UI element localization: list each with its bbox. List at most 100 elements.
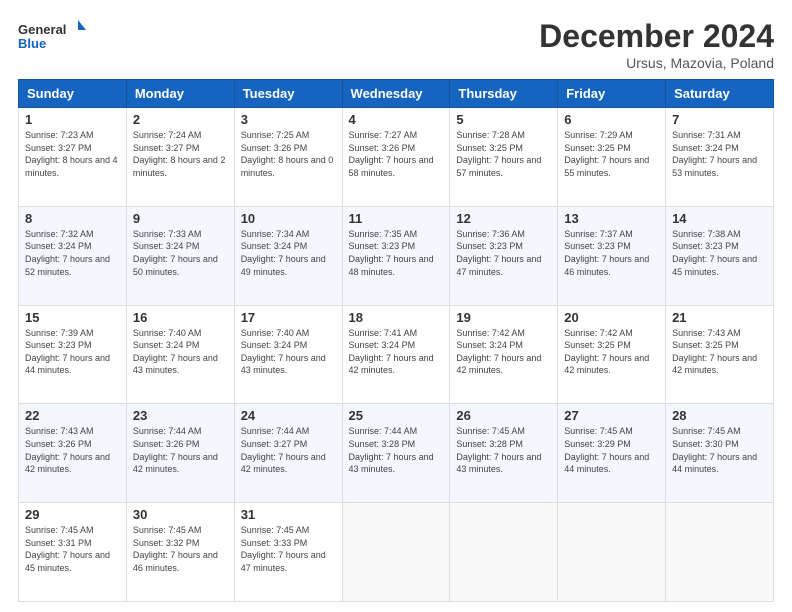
subtitle: Ursus, Mazovia, Poland xyxy=(539,55,774,71)
header-tuesday: Tuesday xyxy=(234,80,342,108)
calendar-cell xyxy=(342,503,450,602)
day-number: 24 xyxy=(241,408,336,423)
calendar-cell: 18 Sunrise: 7:41 AM Sunset: 3:24 PM Dayl… xyxy=(342,305,450,404)
calendar-cell: 14 Sunrise: 7:38 AM Sunset: 3:23 PM Dayl… xyxy=(666,206,774,305)
day-info: Sunrise: 7:42 AM Sunset: 3:24 PM Dayligh… xyxy=(456,327,551,377)
day-info: Sunrise: 7:37 AM Sunset: 3:23 PM Dayligh… xyxy=(564,228,659,278)
week-row-2: 8 Sunrise: 7:32 AM Sunset: 3:24 PM Dayli… xyxy=(19,206,774,305)
day-info: Sunrise: 7:40 AM Sunset: 3:24 PM Dayligh… xyxy=(133,327,228,377)
calendar-cell: 16 Sunrise: 7:40 AM Sunset: 3:24 PM Dayl… xyxy=(126,305,234,404)
calendar-cell: 26 Sunrise: 7:45 AM Sunset: 3:28 PM Dayl… xyxy=(450,404,558,503)
day-number: 25 xyxy=(349,408,444,423)
calendar-cell xyxy=(666,503,774,602)
day-info: Sunrise: 7:44 AM Sunset: 3:28 PM Dayligh… xyxy=(349,425,444,475)
calendar-cell: 23 Sunrise: 7:44 AM Sunset: 3:26 PM Dayl… xyxy=(126,404,234,503)
calendar-cell: 11 Sunrise: 7:35 AM Sunset: 3:23 PM Dayl… xyxy=(342,206,450,305)
day-info: Sunrise: 7:27 AM Sunset: 3:26 PM Dayligh… xyxy=(349,129,444,179)
day-number: 22 xyxy=(25,408,120,423)
day-info: Sunrise: 7:43 AM Sunset: 3:25 PM Dayligh… xyxy=(672,327,767,377)
calendar-cell: 17 Sunrise: 7:40 AM Sunset: 3:24 PM Dayl… xyxy=(234,305,342,404)
calendar-cell: 8 Sunrise: 7:32 AM Sunset: 3:24 PM Dayli… xyxy=(19,206,127,305)
day-number: 18 xyxy=(349,310,444,325)
day-info: Sunrise: 7:43 AM Sunset: 3:26 PM Dayligh… xyxy=(25,425,120,475)
calendar-cell: 10 Sunrise: 7:34 AM Sunset: 3:24 PM Dayl… xyxy=(234,206,342,305)
day-info: Sunrise: 7:23 AM Sunset: 3:27 PM Dayligh… xyxy=(25,129,120,179)
day-info: Sunrise: 7:25 AM Sunset: 3:26 PM Dayligh… xyxy=(241,129,336,179)
day-info: Sunrise: 7:31 AM Sunset: 3:24 PM Dayligh… xyxy=(672,129,767,179)
day-info: Sunrise: 7:28 AM Sunset: 3:25 PM Dayligh… xyxy=(456,129,551,179)
day-number: 30 xyxy=(133,507,228,522)
day-number: 6 xyxy=(564,112,659,127)
day-info: Sunrise: 7:45 AM Sunset: 3:33 PM Dayligh… xyxy=(241,524,336,574)
calendar-cell: 12 Sunrise: 7:36 AM Sunset: 3:23 PM Dayl… xyxy=(450,206,558,305)
day-number: 15 xyxy=(25,310,120,325)
day-number: 8 xyxy=(25,211,120,226)
calendar-cell: 27 Sunrise: 7:45 AM Sunset: 3:29 PM Dayl… xyxy=(558,404,666,503)
day-number: 11 xyxy=(349,211,444,226)
calendar-cell: 6 Sunrise: 7:29 AM Sunset: 3:25 PM Dayli… xyxy=(558,108,666,207)
day-info: Sunrise: 7:36 AM Sunset: 3:23 PM Dayligh… xyxy=(456,228,551,278)
day-info: Sunrise: 7:44 AM Sunset: 3:27 PM Dayligh… xyxy=(241,425,336,475)
day-number: 26 xyxy=(456,408,551,423)
day-number: 14 xyxy=(672,211,767,226)
logo: General Blue xyxy=(18,18,88,56)
day-info: Sunrise: 7:33 AM Sunset: 3:24 PM Dayligh… xyxy=(133,228,228,278)
day-info: Sunrise: 7:32 AM Sunset: 3:24 PM Dayligh… xyxy=(25,228,120,278)
top-section: General Blue December 2024 Ursus, Mazovi… xyxy=(18,18,774,71)
calendar-cell xyxy=(450,503,558,602)
svg-text:General: General xyxy=(18,22,66,37)
day-number: 10 xyxy=(241,211,336,226)
day-info: Sunrise: 7:35 AM Sunset: 3:23 PM Dayligh… xyxy=(349,228,444,278)
header-saturday: Saturday xyxy=(666,80,774,108)
day-info: Sunrise: 7:34 AM Sunset: 3:24 PM Dayligh… xyxy=(241,228,336,278)
day-number: 4 xyxy=(349,112,444,127)
calendar-cell: 19 Sunrise: 7:42 AM Sunset: 3:24 PM Dayl… xyxy=(450,305,558,404)
week-row-4: 22 Sunrise: 7:43 AM Sunset: 3:26 PM Dayl… xyxy=(19,404,774,503)
day-number: 21 xyxy=(672,310,767,325)
logo-svg: General Blue xyxy=(18,18,88,56)
day-info: Sunrise: 7:29 AM Sunset: 3:25 PM Dayligh… xyxy=(564,129,659,179)
calendar-cell: 2 Sunrise: 7:24 AM Sunset: 3:27 PM Dayli… xyxy=(126,108,234,207)
header-thursday: Thursday xyxy=(450,80,558,108)
title-section: December 2024 Ursus, Mazovia, Poland xyxy=(539,18,774,71)
day-number: 29 xyxy=(25,507,120,522)
calendar-cell: 5 Sunrise: 7:28 AM Sunset: 3:25 PM Dayli… xyxy=(450,108,558,207)
day-info: Sunrise: 7:24 AM Sunset: 3:27 PM Dayligh… xyxy=(133,129,228,179)
day-number: 27 xyxy=(564,408,659,423)
main-title: December 2024 xyxy=(539,18,774,55)
day-number: 23 xyxy=(133,408,228,423)
calendar-cell: 7 Sunrise: 7:31 AM Sunset: 3:24 PM Dayli… xyxy=(666,108,774,207)
day-number: 1 xyxy=(25,112,120,127)
day-info: Sunrise: 7:40 AM Sunset: 3:24 PM Dayligh… xyxy=(241,327,336,377)
day-info: Sunrise: 7:42 AM Sunset: 3:25 PM Dayligh… xyxy=(564,327,659,377)
day-info: Sunrise: 7:44 AM Sunset: 3:26 PM Dayligh… xyxy=(133,425,228,475)
day-number: 28 xyxy=(672,408,767,423)
calendar-cell: 13 Sunrise: 7:37 AM Sunset: 3:23 PM Dayl… xyxy=(558,206,666,305)
svg-text:Blue: Blue xyxy=(18,36,46,51)
week-row-5: 29 Sunrise: 7:45 AM Sunset: 3:31 PM Dayl… xyxy=(19,503,774,602)
calendar-cell: 25 Sunrise: 7:44 AM Sunset: 3:28 PM Dayl… xyxy=(342,404,450,503)
calendar-cell: 20 Sunrise: 7:42 AM Sunset: 3:25 PM Dayl… xyxy=(558,305,666,404)
day-number: 31 xyxy=(241,507,336,522)
day-info: Sunrise: 7:38 AM Sunset: 3:23 PM Dayligh… xyxy=(672,228,767,278)
day-info: Sunrise: 7:45 AM Sunset: 3:30 PM Dayligh… xyxy=(672,425,767,475)
day-number: 13 xyxy=(564,211,659,226)
day-info: Sunrise: 7:45 AM Sunset: 3:28 PM Dayligh… xyxy=(456,425,551,475)
day-number: 19 xyxy=(456,310,551,325)
day-info: Sunrise: 7:41 AM Sunset: 3:24 PM Dayligh… xyxy=(349,327,444,377)
day-number: 20 xyxy=(564,310,659,325)
day-info: Sunrise: 7:45 AM Sunset: 3:31 PM Dayligh… xyxy=(25,524,120,574)
day-info: Sunrise: 7:39 AM Sunset: 3:23 PM Dayligh… xyxy=(25,327,120,377)
header-sunday: Sunday xyxy=(19,80,127,108)
calendar-cell: 30 Sunrise: 7:45 AM Sunset: 3:32 PM Dayl… xyxy=(126,503,234,602)
day-number: 5 xyxy=(456,112,551,127)
calendar-cell: 9 Sunrise: 7:33 AM Sunset: 3:24 PM Dayli… xyxy=(126,206,234,305)
calendar-cell: 28 Sunrise: 7:45 AM Sunset: 3:30 PM Dayl… xyxy=(666,404,774,503)
calendar-cell: 4 Sunrise: 7:27 AM Sunset: 3:26 PM Dayli… xyxy=(342,108,450,207)
day-number: 7 xyxy=(672,112,767,127)
calendar-header-row: Sunday Monday Tuesday Wednesday Thursday… xyxy=(19,80,774,108)
page: General Blue December 2024 Ursus, Mazovi… xyxy=(0,0,792,612)
calendar-table: Sunday Monday Tuesday Wednesday Thursday… xyxy=(18,79,774,602)
day-info: Sunrise: 7:45 AM Sunset: 3:32 PM Dayligh… xyxy=(133,524,228,574)
day-info: Sunrise: 7:45 AM Sunset: 3:29 PM Dayligh… xyxy=(564,425,659,475)
